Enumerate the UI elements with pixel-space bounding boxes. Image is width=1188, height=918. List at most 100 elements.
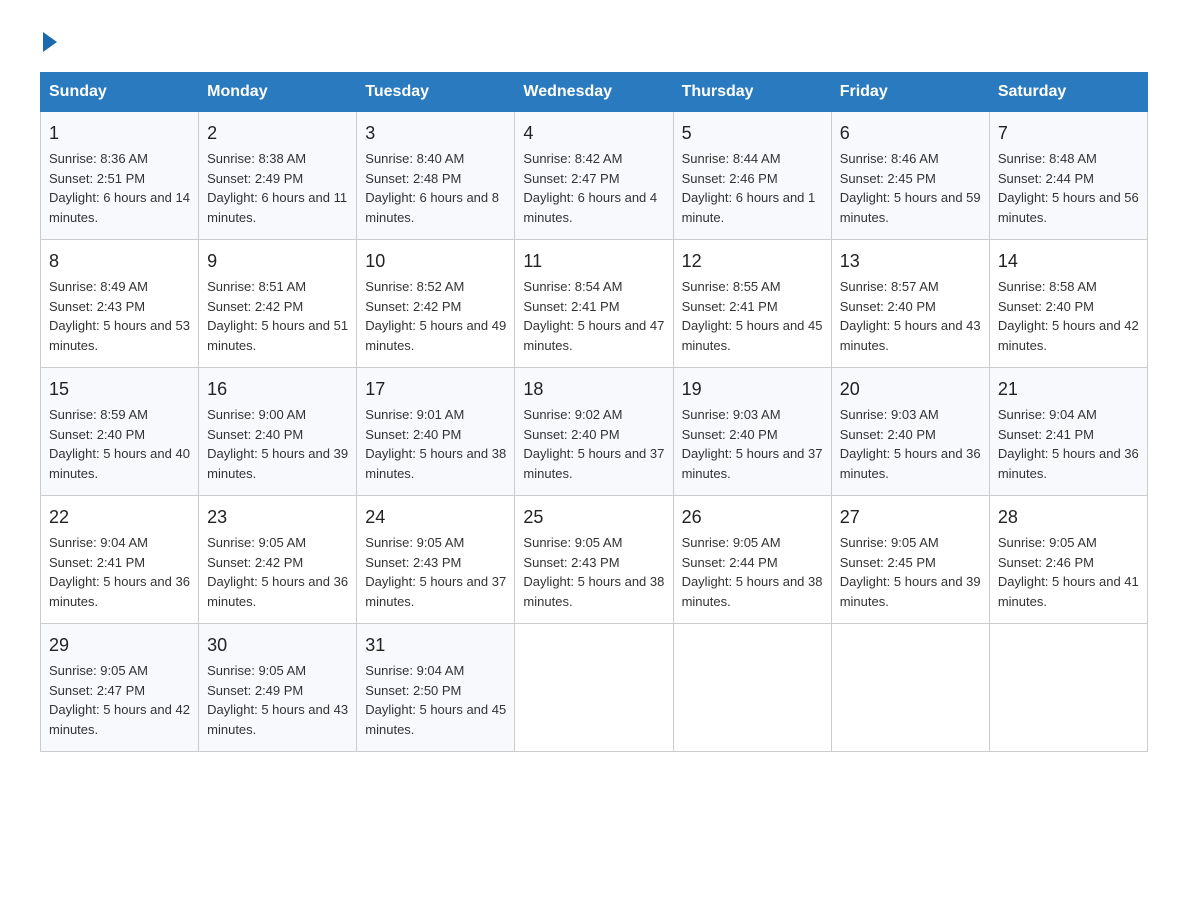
calendar-cell bbox=[831, 624, 989, 752]
sunset-text: Sunset: 2:49 PM bbox=[207, 171, 303, 186]
calendar-cell bbox=[515, 624, 673, 752]
sunset-text: Sunset: 2:46 PM bbox=[682, 171, 778, 186]
calendar-cell: 23Sunrise: 9:05 AMSunset: 2:42 PMDayligh… bbox=[199, 496, 357, 624]
sunset-text: Sunset: 2:40 PM bbox=[840, 299, 936, 314]
logo bbox=[40, 30, 57, 52]
daylight-text: Daylight: 5 hours and 43 minutes. bbox=[840, 318, 981, 353]
sunrise-text: Sunrise: 9:05 AM bbox=[49, 663, 148, 678]
daylight-text: Daylight: 6 hours and 11 minutes. bbox=[207, 190, 347, 225]
sunrise-text: Sunrise: 8:42 AM bbox=[523, 151, 622, 166]
day-number: 24 bbox=[365, 504, 506, 531]
calendar-cell: 3Sunrise: 8:40 AMSunset: 2:48 PMDaylight… bbox=[357, 112, 515, 240]
sunset-text: Sunset: 2:48 PM bbox=[365, 171, 461, 186]
sunrise-text: Sunrise: 8:48 AM bbox=[998, 151, 1097, 166]
day-number: 30 bbox=[207, 632, 348, 659]
calendar-cell: 1Sunrise: 8:36 AMSunset: 2:51 PMDaylight… bbox=[41, 112, 199, 240]
daylight-text: Daylight: 5 hours and 39 minutes. bbox=[840, 574, 981, 609]
calendar-week-row: 29Sunrise: 9:05 AMSunset: 2:47 PMDayligh… bbox=[41, 624, 1148, 752]
sunset-text: Sunset: 2:40 PM bbox=[365, 427, 461, 442]
calendar-cell: 8Sunrise: 8:49 AMSunset: 2:43 PMDaylight… bbox=[41, 240, 199, 368]
day-number: 16 bbox=[207, 376, 348, 403]
sunrise-text: Sunrise: 9:03 AM bbox=[840, 407, 939, 422]
daylight-text: Daylight: 6 hours and 4 minutes. bbox=[523, 190, 657, 225]
sunrise-text: Sunrise: 9:05 AM bbox=[207, 663, 306, 678]
day-number: 28 bbox=[998, 504, 1139, 531]
day-number: 31 bbox=[365, 632, 506, 659]
sunset-text: Sunset: 2:44 PM bbox=[682, 555, 778, 570]
sunrise-text: Sunrise: 8:51 AM bbox=[207, 279, 306, 294]
day-number: 17 bbox=[365, 376, 506, 403]
calendar-cell: 11Sunrise: 8:54 AMSunset: 2:41 PMDayligh… bbox=[515, 240, 673, 368]
sunset-text: Sunset: 2:45 PM bbox=[840, 171, 936, 186]
sunrise-text: Sunrise: 8:36 AM bbox=[49, 151, 148, 166]
sunrise-text: Sunrise: 9:02 AM bbox=[523, 407, 622, 422]
daylight-text: Daylight: 6 hours and 14 minutes. bbox=[49, 190, 190, 225]
daylight-text: Daylight: 5 hours and 36 minutes. bbox=[207, 574, 348, 609]
sunset-text: Sunset: 2:40 PM bbox=[682, 427, 778, 442]
calendar-cell: 10Sunrise: 8:52 AMSunset: 2:42 PMDayligh… bbox=[357, 240, 515, 368]
day-number: 4 bbox=[523, 120, 664, 147]
day-number: 7 bbox=[998, 120, 1139, 147]
sunrise-text: Sunrise: 9:05 AM bbox=[998, 535, 1097, 550]
sunset-text: Sunset: 2:41 PM bbox=[998, 427, 1094, 442]
weekday-header-monday: Monday bbox=[199, 73, 357, 112]
sunrise-text: Sunrise: 9:05 AM bbox=[840, 535, 939, 550]
calendar-cell: 12Sunrise: 8:55 AMSunset: 2:41 PMDayligh… bbox=[673, 240, 831, 368]
sunrise-text: Sunrise: 9:04 AM bbox=[365, 663, 464, 678]
day-number: 27 bbox=[840, 504, 981, 531]
day-number: 14 bbox=[998, 248, 1139, 275]
calendar-cell: 14Sunrise: 8:58 AMSunset: 2:40 PMDayligh… bbox=[989, 240, 1147, 368]
calendar-cell: 31Sunrise: 9:04 AMSunset: 2:50 PMDayligh… bbox=[357, 624, 515, 752]
daylight-text: Daylight: 5 hours and 47 minutes. bbox=[523, 318, 664, 353]
sunset-text: Sunset: 2:43 PM bbox=[523, 555, 619, 570]
daylight-text: Daylight: 5 hours and 51 minutes. bbox=[207, 318, 348, 353]
sunset-text: Sunset: 2:40 PM bbox=[840, 427, 936, 442]
daylight-text: Daylight: 5 hours and 45 minutes. bbox=[682, 318, 823, 353]
calendar-cell: 5Sunrise: 8:44 AMSunset: 2:46 PMDaylight… bbox=[673, 112, 831, 240]
daylight-text: Daylight: 5 hours and 42 minutes. bbox=[49, 702, 190, 737]
sunset-text: Sunset: 2:40 PM bbox=[998, 299, 1094, 314]
sunset-text: Sunset: 2:42 PM bbox=[365, 299, 461, 314]
calendar-cell: 15Sunrise: 8:59 AMSunset: 2:40 PMDayligh… bbox=[41, 368, 199, 496]
sunrise-text: Sunrise: 9:00 AM bbox=[207, 407, 306, 422]
calendar-cell: 22Sunrise: 9:04 AMSunset: 2:41 PMDayligh… bbox=[41, 496, 199, 624]
sunset-text: Sunset: 2:41 PM bbox=[49, 555, 145, 570]
calendar-cell bbox=[673, 624, 831, 752]
day-number: 10 bbox=[365, 248, 506, 275]
calendar-cell: 25Sunrise: 9:05 AMSunset: 2:43 PMDayligh… bbox=[515, 496, 673, 624]
calendar-cell: 27Sunrise: 9:05 AMSunset: 2:45 PMDayligh… bbox=[831, 496, 989, 624]
sunrise-text: Sunrise: 8:59 AM bbox=[49, 407, 148, 422]
sunrise-text: Sunrise: 9:05 AM bbox=[682, 535, 781, 550]
daylight-text: Daylight: 5 hours and 38 minutes. bbox=[523, 574, 664, 609]
sunset-text: Sunset: 2:40 PM bbox=[523, 427, 619, 442]
calendar-cell: 18Sunrise: 9:02 AMSunset: 2:40 PMDayligh… bbox=[515, 368, 673, 496]
daylight-text: Daylight: 5 hours and 56 minutes. bbox=[998, 190, 1139, 225]
day-number: 11 bbox=[523, 248, 664, 275]
sunset-text: Sunset: 2:43 PM bbox=[49, 299, 145, 314]
daylight-text: Daylight: 6 hours and 8 minutes. bbox=[365, 190, 499, 225]
weekday-header-thursday: Thursday bbox=[673, 73, 831, 112]
sunset-text: Sunset: 2:50 PM bbox=[365, 683, 461, 698]
calendar-cell: 7Sunrise: 8:48 AMSunset: 2:44 PMDaylight… bbox=[989, 112, 1147, 240]
calendar-cell: 28Sunrise: 9:05 AMSunset: 2:46 PMDayligh… bbox=[989, 496, 1147, 624]
calendar-cell: 24Sunrise: 9:05 AMSunset: 2:43 PMDayligh… bbox=[357, 496, 515, 624]
sunset-text: Sunset: 2:41 PM bbox=[682, 299, 778, 314]
daylight-text: Daylight: 5 hours and 53 minutes. bbox=[49, 318, 190, 353]
daylight-text: Daylight: 5 hours and 36 minutes. bbox=[840, 446, 981, 481]
calendar-cell: 30Sunrise: 9:05 AMSunset: 2:49 PMDayligh… bbox=[199, 624, 357, 752]
sunset-text: Sunset: 2:47 PM bbox=[523, 171, 619, 186]
sunrise-text: Sunrise: 9:05 AM bbox=[365, 535, 464, 550]
calendar-cell: 13Sunrise: 8:57 AMSunset: 2:40 PMDayligh… bbox=[831, 240, 989, 368]
day-number: 15 bbox=[49, 376, 190, 403]
sunrise-text: Sunrise: 8:52 AM bbox=[365, 279, 464, 294]
sunrise-text: Sunrise: 9:04 AM bbox=[998, 407, 1097, 422]
calendar-week-row: 15 Sunrise: 8:59 AM Sunset: 2:40 PM Dayligh… bbox=[41, 368, 1148, 496]
daylight-text: Daylight: 5 hours and 36 minutes. bbox=[49, 574, 190, 609]
calendar-week-row: 22Sunrise: 9:04 AMSunset: 2:41 PMDayligh… bbox=[41, 496, 1148, 624]
calendar-cell: 29Sunrise: 9:05 AMSunset: 2:47 PMDayligh… bbox=[41, 624, 199, 752]
sunset-text: Sunset: 2:51 PM bbox=[49, 171, 145, 186]
calendar-cell: 19Sunrise: 9:03 AMSunset: 2:40 PMDayligh… bbox=[673, 368, 831, 496]
day-number: 19 bbox=[682, 376, 823, 403]
sunset-text: Sunset: 2:49 PM bbox=[207, 683, 303, 698]
sunrise-text: Sunrise: 9:05 AM bbox=[207, 535, 306, 550]
